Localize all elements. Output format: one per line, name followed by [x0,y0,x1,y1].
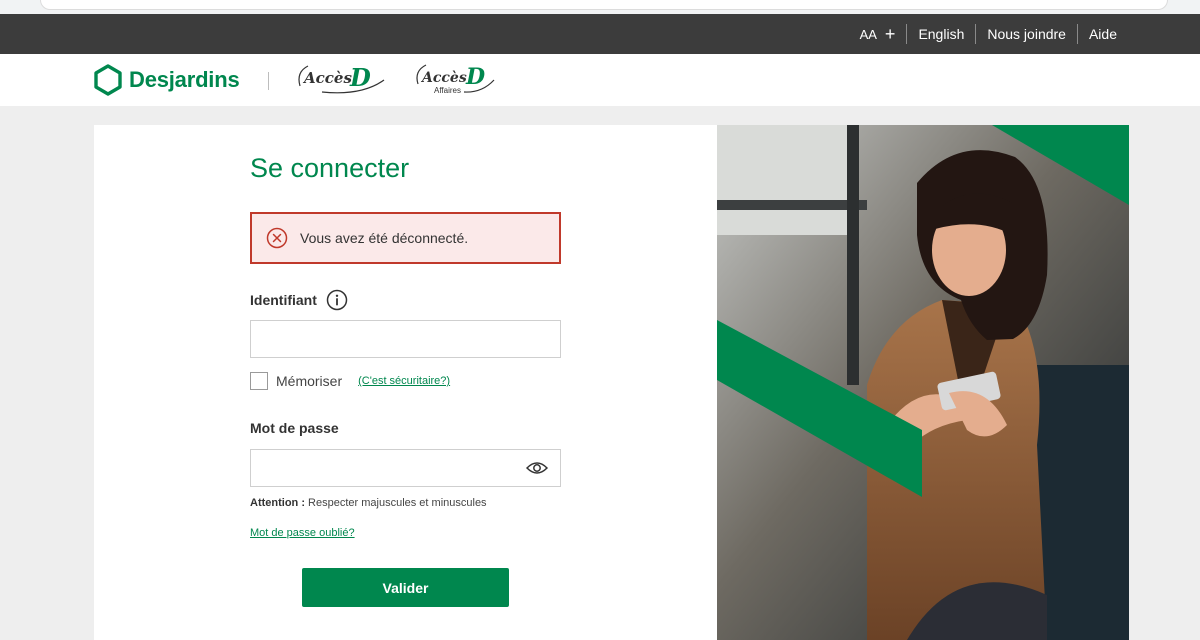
forgot-password-link[interactable]: Mot de passe oublié? [250,527,355,539]
contact-link[interactable]: Nous joindre [975,24,1077,44]
font-plus-icon[interactable]: + [885,25,896,43]
utility-bar: AA + English Nous joindre Aide [0,14,1200,54]
address-bar[interactable] [40,0,1168,10]
page-title: Se connecter [250,153,410,183]
font-size-label: AA [859,26,877,42]
desjardins-logo[interactable]: Desjardins [93,64,240,96]
browser-chrome [0,0,1200,14]
accesd-logo[interactable]: Accès D [292,62,392,103]
language-link[interactable]: English [906,24,975,44]
identifier-label: Identifiant [250,292,317,308]
logo-divider [268,72,269,90]
submit-button[interactable]: Valider [302,568,509,607]
svg-text:D: D [465,64,485,90]
info-icon[interactable] [326,289,348,311]
desjardins-hexagon-icon [94,64,122,96]
font-size-control[interactable]: AA + [849,24,907,44]
woman-with-phone-photo [717,125,1129,640]
identifier-input[interactable] [250,320,561,358]
accesd-affaires-logo[interactable]: Accès D Affaires [410,62,500,107]
eye-icon[interactable] [526,460,548,476]
secure-info-link[interactable]: (C'est sécuritaire?) [358,375,450,387]
login-card: Se connecter Vous avez été déconnecté. I… [94,125,717,640]
brand-name: Desjardins [129,67,240,92]
password-input[interactable] [250,449,561,487]
hero-image [717,125,1129,640]
remember-label[interactable]: Mémoriser [276,373,342,389]
alert-message: Vous avez été déconnecté. [300,230,469,246]
logout-alert: Vous avez été déconnecté. [250,212,561,264]
svg-text:Accès: Accès [420,70,467,86]
svg-text:D: D [349,63,371,92]
svg-text:Accès: Accès [302,69,352,87]
case-sensitivity-hint: Attention : Respecter majuscules et minu… [250,497,487,509]
password-label: Mot de passe [250,420,339,436]
attention-prefix: Attention : [250,497,305,509]
svg-text:Affaires: Affaires [434,86,461,95]
identifier-label-row: Identifiant [250,289,348,311]
help-link[interactable]: Aide [1076,24,1128,44]
remember-row: Mémoriser (C'est sécuritaire?) [250,372,450,390]
remember-checkbox[interactable] [250,372,268,390]
brand-bar: Desjardins Accès D Accès D Affaires [0,54,1200,106]
attention-text: Respecter majuscules et minuscules [304,497,487,509]
error-x-icon [266,227,288,249]
